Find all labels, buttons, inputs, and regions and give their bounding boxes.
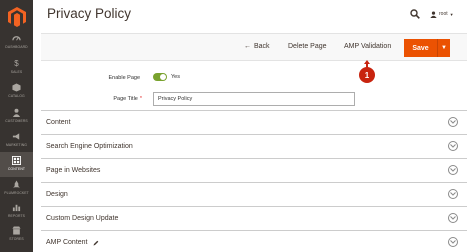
section-design[interactable]: Design bbox=[41, 182, 467, 206]
sidebar-item-catalog[interactable]: CATALOG bbox=[0, 83, 33, 108]
cube-icon bbox=[12, 83, 21, 92]
toggle-knob bbox=[160, 74, 166, 80]
chevron-down-icon[interactable]: ▼ bbox=[438, 39, 450, 57]
sidebar-item-label: CATALOG bbox=[8, 94, 25, 98]
sidebar-item-label: DASHBOARD bbox=[5, 45, 28, 49]
section-title-text: Search Engine Optimization bbox=[46, 143, 133, 150]
chevron-down-icon: ▼ bbox=[449, 11, 454, 17]
page-title-label-text: Page Title bbox=[113, 96, 138, 102]
back-button-label: Back bbox=[254, 43, 270, 50]
enable-page-value: Yes bbox=[171, 74, 180, 80]
section-title-text: Design bbox=[46, 191, 68, 198]
user-name: root bbox=[439, 11, 448, 17]
section-title: Page in Websites bbox=[46, 167, 100, 174]
store-icon bbox=[12, 226, 21, 235]
chevron-down-icon[interactable] bbox=[448, 213, 458, 223]
section-title-text: Custom Design Update bbox=[46, 215, 119, 222]
callout-badge: 1 bbox=[359, 67, 375, 83]
section-title: Content bbox=[46, 119, 71, 126]
enable-page-toggle[interactable] bbox=[153, 73, 167, 81]
sidebar-item-sales[interactable]: $ SALES bbox=[0, 59, 33, 84]
section-amp-content[interactable]: AMP Content bbox=[41, 230, 467, 252]
delete-page-button[interactable]: Delete Page bbox=[288, 43, 327, 50]
user-icon bbox=[430, 10, 437, 18]
admin-sidebar: DASHBOARD $ SALES CATALOG CUSTOMERS MARK… bbox=[0, 0, 33, 252]
person-icon bbox=[12, 108, 21, 117]
content-grid-icon bbox=[12, 156, 21, 165]
page-title-label: Page Title * bbox=[100, 96, 142, 102]
megaphone-icon bbox=[12, 132, 21, 141]
save-button[interactable]: Save bbox=[404, 39, 438, 57]
dollar-icon: $ bbox=[14, 59, 19, 68]
dashboard-icon bbox=[12, 34, 21, 43]
user-account-menu[interactable]: root ▼ bbox=[430, 9, 454, 19]
sidebar-item-label: SALES bbox=[10, 70, 23, 74]
chevron-down-icon[interactable] bbox=[448, 141, 458, 151]
sidebar-item-label: MARKETING bbox=[5, 143, 28, 147]
section-title: AMP Content bbox=[46, 239, 99, 246]
section-title: Design bbox=[46, 191, 68, 198]
chevron-down-icon[interactable] bbox=[448, 165, 458, 175]
section-title: Search Engine Optimization bbox=[46, 143, 133, 150]
amp-validation-button[interactable]: AMP Validation bbox=[344, 43, 391, 50]
section-custom-design-update[interactable]: Custom Design Update bbox=[41, 206, 467, 230]
sidebar-item-label: REPORTS bbox=[7, 214, 26, 218]
sidebar-item-reports[interactable]: REPORTS bbox=[0, 203, 33, 228]
section-title: Custom Design Update bbox=[46, 215, 118, 222]
section-search-engine-optimization[interactable]: Search Engine Optimization bbox=[41, 134, 467, 158]
page-title-input[interactable] bbox=[153, 92, 355, 106]
sidebar-item-customers[interactable]: CUSTOMERS bbox=[0, 108, 33, 133]
magento-logo-icon[interactable] bbox=[0, 0, 33, 33]
section-content[interactable]: Content bbox=[41, 110, 467, 134]
sidebar-item-label: STORES bbox=[9, 237, 24, 241]
bar-chart-icon bbox=[12, 203, 21, 212]
plumrocket-icon bbox=[12, 180, 21, 189]
sidebar-item-dashboard[interactable]: DASHBOARD bbox=[0, 34, 33, 59]
chevron-down-icon[interactable] bbox=[448, 117, 458, 127]
save-split-button: Save ▼ bbox=[404, 39, 450, 57]
page-title: Privacy Policy bbox=[47, 6, 132, 21]
chevron-down-icon[interactable] bbox=[448, 237, 458, 247]
sidebar-item-label: PLUMROCKET bbox=[4, 191, 29, 195]
enable-page-label: Enable Page bbox=[108, 75, 141, 81]
sidebar-item-label: CONTENT bbox=[7, 167, 26, 171]
required-marker: * bbox=[139, 96, 142, 102]
pencil-icon[interactable] bbox=[93, 240, 99, 246]
sidebar-item-label: CUSTOMERS bbox=[5, 119, 28, 123]
arrow-left-icon: ← bbox=[244, 43, 251, 50]
section-page-in-websites[interactable]: Page in Websites bbox=[41, 158, 467, 182]
page-actions-toolbar: ← Back Delete Page AMP Validation Save ▼ bbox=[41, 33, 467, 61]
search-icon[interactable] bbox=[410, 9, 420, 19]
sidebar-item-content[interactable]: CONTENT bbox=[0, 152, 33, 177]
section-title-text: Page in Websites bbox=[46, 167, 101, 174]
back-button[interactable]: ← Back bbox=[244, 43, 270, 50]
sidebar-item-stores[interactable]: STORES bbox=[0, 226, 33, 251]
sidebar-item-plumrocket[interactable]: PLUMROCKET bbox=[0, 180, 33, 205]
chevron-down-icon[interactable] bbox=[448, 189, 458, 199]
section-title-text: Content bbox=[46, 119, 71, 126]
section-title-text: AMP Content bbox=[46, 239, 88, 246]
